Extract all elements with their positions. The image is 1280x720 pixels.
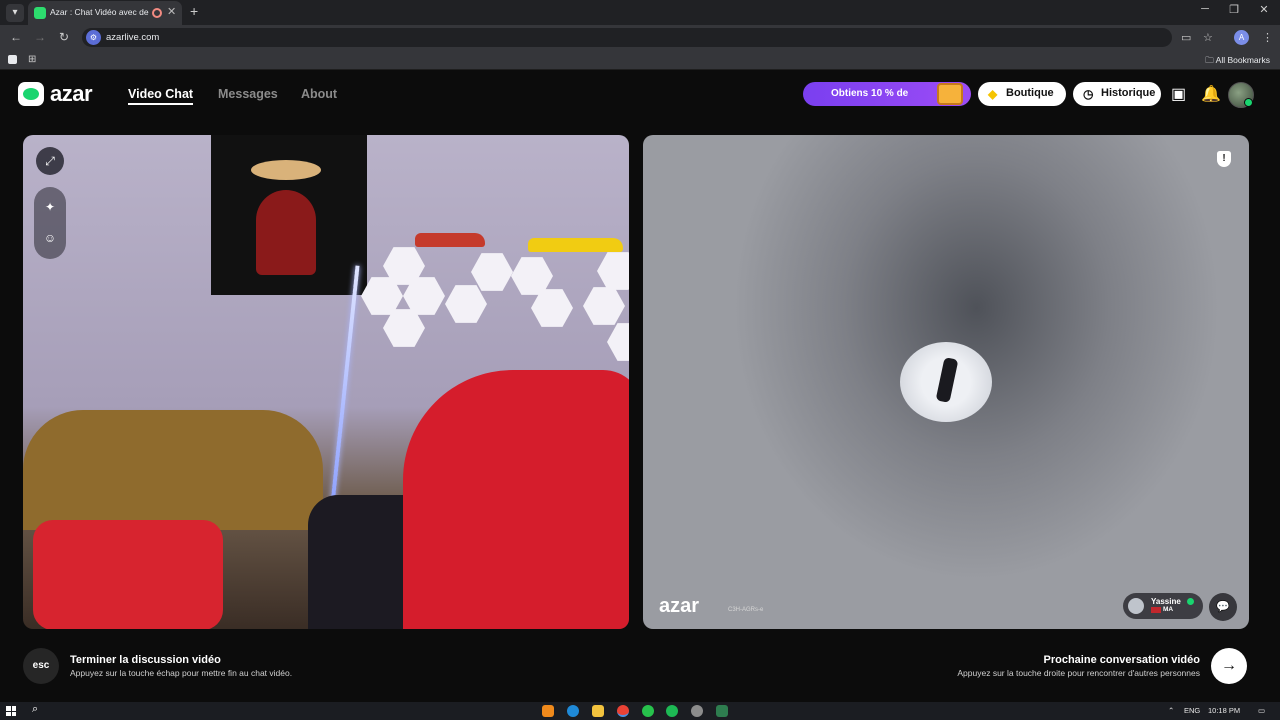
notifications-icon[interactable]: ▭	[1258, 706, 1265, 715]
azar-logo-text[interactable]: azar	[50, 81, 93, 107]
online-status-dot	[1244, 98, 1253, 107]
report-shield-icon[interactable]: !	[1217, 151, 1231, 167]
windows-taskbar: ⌕ ⌃ ENG 10:18 PM ▭	[0, 702, 1280, 720]
all-bookmarks-label: All Bookmarks	[1215, 55, 1270, 65]
chat-bubble-icon[interactable]: 💬	[1209, 593, 1237, 621]
apps-grid-icon[interactable]: ⊞	[28, 54, 36, 65]
face-filter-icon[interactable]: ☺	[36, 224, 64, 252]
remote-user-name: Yassine	[1151, 597, 1181, 606]
magic-wand-icon[interactable]: ✦	[36, 193, 64, 221]
led-strip	[330, 265, 360, 505]
clock-icon: ◷	[1083, 87, 1094, 101]
clock-time[interactable]: 10:18 PM	[1208, 706, 1240, 715]
azar-logo-icon[interactable]	[18, 82, 44, 106]
bell-icon[interactable]: 🔔	[1201, 84, 1221, 104]
azar-favicon-icon	[34, 7, 46, 19]
restore-icon[interactable]: ❐	[1224, 3, 1244, 16]
inbox-icon[interactable]: ▣	[1171, 84, 1186, 104]
treasure-chest-icon	[937, 83, 963, 105]
expand-icon[interactable]: ⤢	[36, 147, 64, 175]
minimize-icon[interactable]: ─	[1195, 3, 1215, 15]
remote-user-badge[interactable]: Yassine MA	[1123, 593, 1203, 619]
promo-label: Obtiens 10 % de	[831, 88, 909, 99]
toy-car-yellow	[528, 238, 623, 252]
new-tab-icon[interactable]: +	[190, 3, 198, 19]
tray-chevron-icon[interactable]: ⌃	[1168, 706, 1174, 715]
bookmarks-bar: ⊞ 🗀 All Bookmarks	[0, 50, 1280, 70]
profile-avatar[interactable]: A	[1234, 30, 1249, 45]
cast-icon[interactable]: ▭	[1181, 31, 1191, 44]
browser-tabstrip: ▾ Azar : Chat Vidéo avec de n ✕ + ─ ❐ ✕	[0, 0, 1280, 25]
tab-title: Azar : Chat Vidéo avec de n	[50, 7, 150, 17]
red-object	[403, 370, 629, 629]
browser-menu-icon[interactable]: ⋮	[1262, 31, 1273, 44]
address-bar-row: ← → ↻ ⚙ azarlive.com ▭ ☆ A ⋮	[0, 25, 1280, 50]
obs-icon[interactable]	[691, 705, 703, 717]
recording-indicator-icon	[152, 8, 162, 18]
wall-poster	[211, 135, 367, 295]
watermark-code: C3H-AGRs-e	[728, 607, 764, 613]
reload-icon[interactable]: ↻	[56, 30, 72, 44]
bookmark-page-icon[interactable]	[8, 55, 17, 64]
historique-label: Historique	[1101, 87, 1156, 99]
azar-page: azar Video Chat Messages About Obtiens 1…	[0, 70, 1280, 702]
windows-start-icon[interactable]	[6, 706, 16, 716]
boutique-label: Boutique	[1006, 87, 1054, 99]
end-chat-hint: Appuyez sur la touche échap pour mettre …	[70, 668, 293, 678]
online-dot-icon	[1187, 598, 1194, 605]
boutique-button[interactable]: ◆ Boutique	[978, 82, 1066, 106]
url-text: azarlive.com	[106, 32, 160, 43]
gem-icon: ◆	[988, 87, 998, 101]
azar-watermark: azar	[659, 595, 700, 617]
taskbar-search-icon[interactable]: ⌕	[32, 703, 38, 716]
bed-headboard	[23, 410, 323, 530]
nav-about[interactable]: About	[301, 87, 337, 101]
back-icon[interactable]: ←	[8, 30, 24, 44]
tab-close-icon[interactable]: ✕	[167, 5, 176, 18]
historique-button[interactable]: ◷ Historique	[1073, 82, 1161, 106]
bookmark-star-icon[interactable]: ☆	[1203, 31, 1213, 44]
end-chat-title: Terminer la discussion vidéo	[70, 654, 221, 666]
morocco-flag-icon	[1151, 607, 1161, 613]
omnibox[interactable]: ⚙ azarlive.com	[82, 28, 1172, 47]
browser-tab-azar[interactable]: Azar : Chat Vidéo avec de n ✕	[28, 1, 182, 25]
spotify-icon[interactable]	[666, 705, 678, 717]
screen-recorder-icon[interactable]	[716, 705, 728, 717]
nav-messages[interactable]: Messages	[218, 87, 278, 101]
local-video-feed: ⤢ ✦ ☺	[23, 135, 629, 629]
red-pillow	[33, 520, 223, 629]
remote-user-country: MA	[1163, 606, 1174, 613]
chrome-icon[interactable]	[617, 705, 629, 717]
esc-button[interactable]: esc	[23, 648, 59, 684]
remote-user-thumbnail	[900, 342, 992, 422]
edge-icon[interactable]	[567, 705, 579, 717]
language-indicator[interactable]: ENG	[1184, 706, 1200, 715]
forward-icon[interactable]: →	[32, 30, 48, 44]
remote-user-avatar	[1128, 598, 1144, 614]
remote-video-feed: ! azar C3H-AGRs-e Yassine MA 💬	[643, 135, 1249, 629]
next-chat-hint: Appuyez sur la touche droite pour rencon…	[957, 668, 1200, 678]
nav-video-chat[interactable]: Video Chat	[128, 87, 194, 105]
next-arrow-button[interactable]: →	[1211, 648, 1247, 684]
file-explorer-icon[interactable]	[592, 705, 604, 717]
all-bookmarks-link[interactable]: 🗀 All Bookmarks	[1205, 55, 1270, 69]
toy-car-red	[415, 233, 485, 247]
vlc-icon[interactable]	[542, 705, 554, 717]
next-chat-title: Prochaine conversation vidéo	[1043, 654, 1201, 666]
site-info-icon[interactable]: ⚙	[86, 30, 101, 45]
whatsapp-icon[interactable]	[642, 705, 654, 717]
window-close-icon[interactable]: ✕	[1254, 3, 1274, 16]
tab-search-chevron-icon[interactable]: ▾	[6, 4, 24, 22]
promo-banner[interactable]: Obtiens 10 % de	[803, 82, 971, 106]
